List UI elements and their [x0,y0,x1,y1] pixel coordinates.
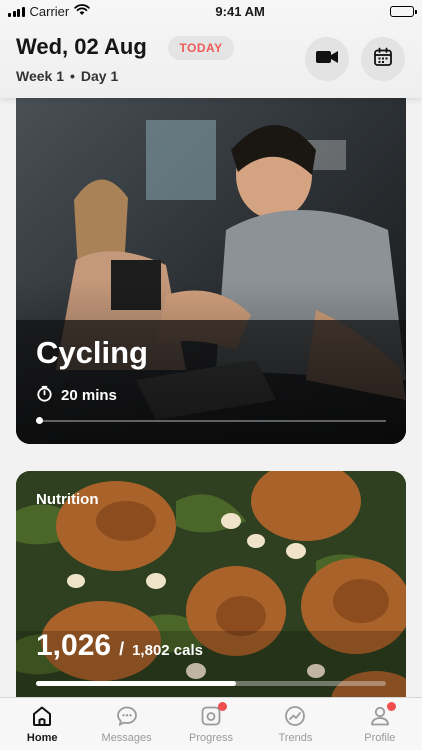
tab-label: Home [26,732,58,744]
tab-home[interactable]: Home [0,698,84,750]
stopwatch-icon [36,385,53,406]
calories-consumed: 1,026 [36,629,112,662]
today-button[interactable]: TODAY [168,36,234,60]
week-label: Week 1 [16,68,64,84]
tab-label: Progress [189,732,234,744]
notification-dot [386,702,396,711]
week-day-separator: • [70,68,75,84]
header: Carrier 9:41 AM Wed, 02 Aug TODAY Week 1… [0,0,422,98]
camera-icon [199,702,228,728]
calendar-icon [373,47,393,72]
calorie-summary: 1,026 / 1,802 cals [36,629,203,663]
week-day-label: Week 1 • Day 1 [16,68,118,84]
person-icon [368,702,396,728]
tab-trends[interactable]: Trends [253,698,337,750]
calorie-progress-fill [36,681,236,686]
tab-progress[interactable]: Progress [169,698,253,750]
battery-icon [389,5,417,17]
chicken-dish-photo [16,471,406,731]
tab-label: Trends [278,732,313,744]
page-title: Wed, 02 Aug [16,34,147,59]
trend-icon [283,704,307,728]
calendar-button[interactable] [361,37,405,81]
carrier-label: Carrier [29,3,70,19]
status-time: 9:41 AM [215,3,265,19]
tab-bar: Home Messages Progress Trends Profile [0,697,422,750]
video-call-button[interactable] [305,37,349,81]
workout-progress-knob[interactable] [36,417,43,424]
workout-progress-track [36,420,386,422]
chat-bubble-icon [115,704,139,728]
nutrition-label: Nutrition [36,491,99,508]
calorie-goal: 1,802 cals [132,642,203,659]
tab-label: Messages [101,732,152,744]
duration-label: 20 mins [61,387,117,404]
workout-card[interactable]: Cycling 20 mins [16,80,406,444]
calorie-progress-track [36,681,386,686]
workout-duration: 20 mins [36,385,117,406]
day-label: Day 1 [80,68,119,84]
nutrition-card[interactable]: Nutrition 1,026 / 1,802 cals [16,471,406,731]
notification-dot [218,702,228,711]
wifi-icon [74,3,90,19]
calorie-separator: / [119,639,125,659]
signal-icon [8,6,25,17]
tab-label: Profile [364,732,396,744]
tab-profile[interactable]: Profile [338,698,422,750]
workout-title: Cycling [36,335,148,370]
status-bar: Carrier 9:41 AM [0,0,422,22]
video-camera-icon [315,49,339,70]
home-icon [30,704,54,728]
tab-messages[interactable]: Messages [84,698,168,750]
